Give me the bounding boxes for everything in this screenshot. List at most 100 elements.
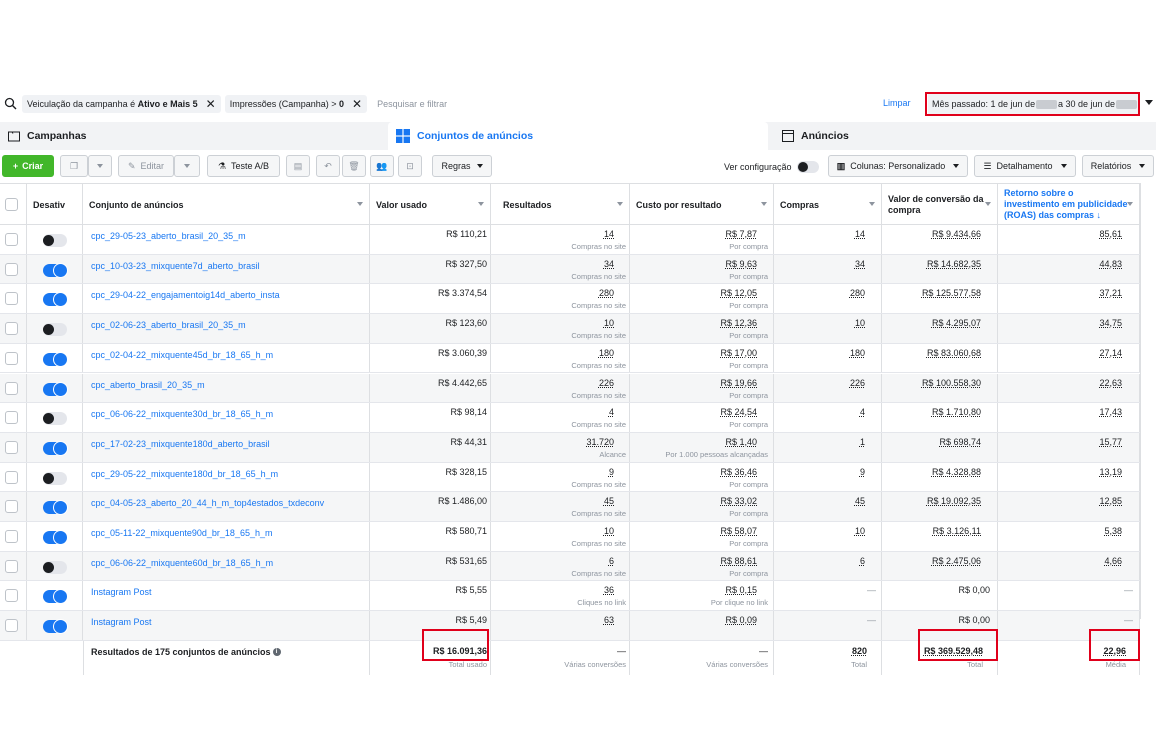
adset-name-link[interactable]: cpc_29-05-23_aberto_brasil_20_35_m [91,231,246,241]
row-checkbox[interactable] [5,500,18,514]
adset-name-link[interactable]: Instagram Post [91,587,152,597]
status-toggle[interactable] [43,292,68,308]
preview-button[interactable]: ⊡ [398,155,422,177]
adset-name-link[interactable]: cpc_02-06-23_aberto_brasil_20_35_m [91,320,246,330]
status-toggle[interactable] [43,412,67,426]
adset-name-link[interactable]: cpc_aberto_brasil_20_35_m [91,380,205,390]
archive-button[interactable]: ▤ [286,155,310,177]
status-toggle[interactable] [43,619,68,635]
undo-button[interactable]: ↶ [316,155,340,177]
status-toggle[interactable] [43,530,68,545]
adset-name-link[interactable]: cpc_06-06-22_mixquente30d_br_18_65_h_m [91,409,273,419]
row-checkbox[interactable] [5,589,18,603]
status-toggle[interactable] [43,500,68,516]
header-name[interactable]: Conjunto de anúncios [83,184,370,225]
status-toggle[interactable] [43,589,68,605]
adset-name-link[interactable]: cpc_10-03-23_mixquente7d_aberto_brasil [91,261,260,271]
duplicate-button[interactable]: ❐ [60,155,88,177]
select-all-checkbox[interactable] [5,198,18,211]
adset-name-link[interactable]: cpc_17-02-23_mixquente180d_aberto_brasil [91,439,270,449]
header-spend[interactable]: Valor usado [370,184,491,225]
close-icon[interactable]: ✕ [206,97,216,111]
search-input[interactable]: Pesquisar e filtrar [377,99,447,109]
row-checkbox[interactable] [5,440,18,454]
info-icon[interactable]: i [272,648,281,657]
table-row[interactable]: cpc_29-05-23_aberto_brasil_20_35_m R$ 110… [0,225,1140,255]
row-checkbox[interactable] [5,233,18,246]
adset-name-link[interactable]: cpc_02-04-22_mixquente45d_br_18_65_h_m [91,350,273,360]
row-checkbox[interactable] [5,351,18,365]
edit-dropdown[interactable] [174,155,200,177]
reports-button[interactable]: Relatórios [1082,155,1154,177]
table-row[interactable]: cpc_02-06-23_aberto_brasil_20_35_m R$ 123… [0,314,1140,344]
row-checkbox[interactable] [5,322,18,336]
status-toggle[interactable] [43,262,68,278]
ab-test-button[interactable]: ⚗ Teste A/B [207,155,280,177]
header-results[interactable]: Resultados [491,184,630,225]
chip-value: Ativo e Mais 5 [137,99,198,109]
adset-name-link[interactable]: Instagram Post [91,617,152,627]
table-row[interactable]: cpc_29-05-22_mixquente180d_br_18_65_h_m R… [0,462,1140,493]
adset-name-link[interactable]: cpc_06-06-22_mixquente60d_br_18_65_h_m [91,558,273,568]
row-checkbox[interactable] [5,381,18,395]
row-checkbox[interactable] [5,530,18,543]
breakdown-button[interactable]: ☰ Detalhamento [974,155,1076,177]
table-row[interactable]: cpc_05-11-22_mixquente90d_br_18_65_h_m R$… [0,522,1140,552]
row-checkbox[interactable] [5,559,18,573]
status-toggle[interactable] [43,323,67,337]
toggle-switch[interactable] [796,161,819,173]
table-row[interactable]: cpc_29-04-22_engajamentoig14d_aberto_ins… [0,284,1140,315]
status-toggle[interactable] [43,234,67,247]
edit-button[interactable]: ✎ Editar [118,155,174,177]
date-range-picker[interactable]: Mês passado: 1 de jun de a 30 de jun de [928,94,1138,114]
filter-chip-impressions[interactable]: Impressões (Campanha) > 0 ✕ [224,95,368,113]
delete-button[interactable]: 🗑 [342,155,366,177]
tab-campaigns[interactable]: Campanhas [8,122,378,150]
spend-value: R$ 3.374,54 [437,288,487,299]
status-toggle[interactable] [43,560,67,574]
clear-filters-link[interactable]: Limpar [883,98,911,108]
view-config-toggle[interactable]: Ver configuração [724,161,819,173]
adset-name-link[interactable]: cpc_05-11-22_mixquente90d_br_18_65_h_m [91,528,272,538]
chevron-down-icon[interactable] [1145,100,1153,105]
create-button[interactable]: + Criar [2,155,54,177]
duplicate-dropdown[interactable] [88,155,112,177]
table-row[interactable]: cpc_04-05-23_aberto_20_44_h_m_top4estado… [0,492,1140,522]
search-icon[interactable] [4,97,18,111]
status-toggle[interactable] [43,381,68,397]
table-row[interactable]: cpc_02-04-22_mixquente45d_br_18_65_h_m R$… [0,343,1140,374]
table-row[interactable]: cpc_17-02-23_mixquente180d_aberto_brasil… [0,432,1140,463]
header-cpr[interactable]: Custo por resultado [630,184,774,225]
table-row[interactable]: cpc_aberto_brasil_20_35_m R$ 4.442,65 226 C… [0,373,1140,404]
header-purchases[interactable]: Compras [774,184,882,225]
cpr-sub: Por compra [729,509,768,519]
status-toggle[interactable] [43,440,68,456]
table-row[interactable]: cpc_10-03-23_mixquente7d_aberto_brasil R$… [0,254,1140,285]
row-checkbox[interactable] [5,262,18,276]
adset-name-link[interactable]: cpc_29-04-22_engajamentoig14d_aberto_ins… [91,290,280,300]
status-toggle[interactable] [43,351,68,367]
close-icon[interactable]: ✕ [352,97,362,111]
tab-ads[interactable]: Anúncios [782,122,1142,150]
header-status[interactable]: Desativ [27,184,83,225]
cpr-value: R$ 58,07 [720,526,757,536]
rules-button[interactable]: Regras [432,155,492,177]
adset-name-link[interactable]: cpc_29-05-22_mixquente180d_br_18_65_h_m [91,469,278,479]
table-row[interactable]: Instagram Post R$ 5,49 63 R$ 0,09 — R$ 0,00 — [0,611,1140,641]
table-row[interactable]: Instagram Post R$ 5,55 36 Cliques no link R$… [0,581,1140,612]
table-row[interactable]: cpc_06-06-22_mixquente60d_br_18_65_h_m R$… [0,551,1140,582]
row-checkbox[interactable] [5,292,18,306]
status-toggle[interactable] [43,471,67,485]
tab-adsets[interactable]: Conjuntos de anúncios [388,122,768,150]
filter-chip-delivery[interactable]: Veiculação da campanha é Ativo e Mais 5 … [22,95,221,113]
row-checkbox[interactable] [5,470,18,484]
columns-button[interactable]: ▥ Colunas: Personalizado [828,155,968,177]
header-roas[interactable]: Retorno sobre o investimento em publicida… [998,184,1140,225]
row-checkbox[interactable] [5,619,18,633]
scrollbar[interactable] [1140,183,1156,619]
row-checkbox[interactable] [5,411,18,425]
audience-button[interactable]: 👥 [370,155,394,177]
table-row[interactable]: cpc_06-06-22_mixquente30d_br_18_65_h_m R$… [0,403,1140,433]
adset-name-link[interactable]: cpc_04-05-23_aberto_20_44_h_m_top4estado… [91,498,324,508]
header-conv-value[interactable]: Valor de conversão da compra [882,184,998,225]
